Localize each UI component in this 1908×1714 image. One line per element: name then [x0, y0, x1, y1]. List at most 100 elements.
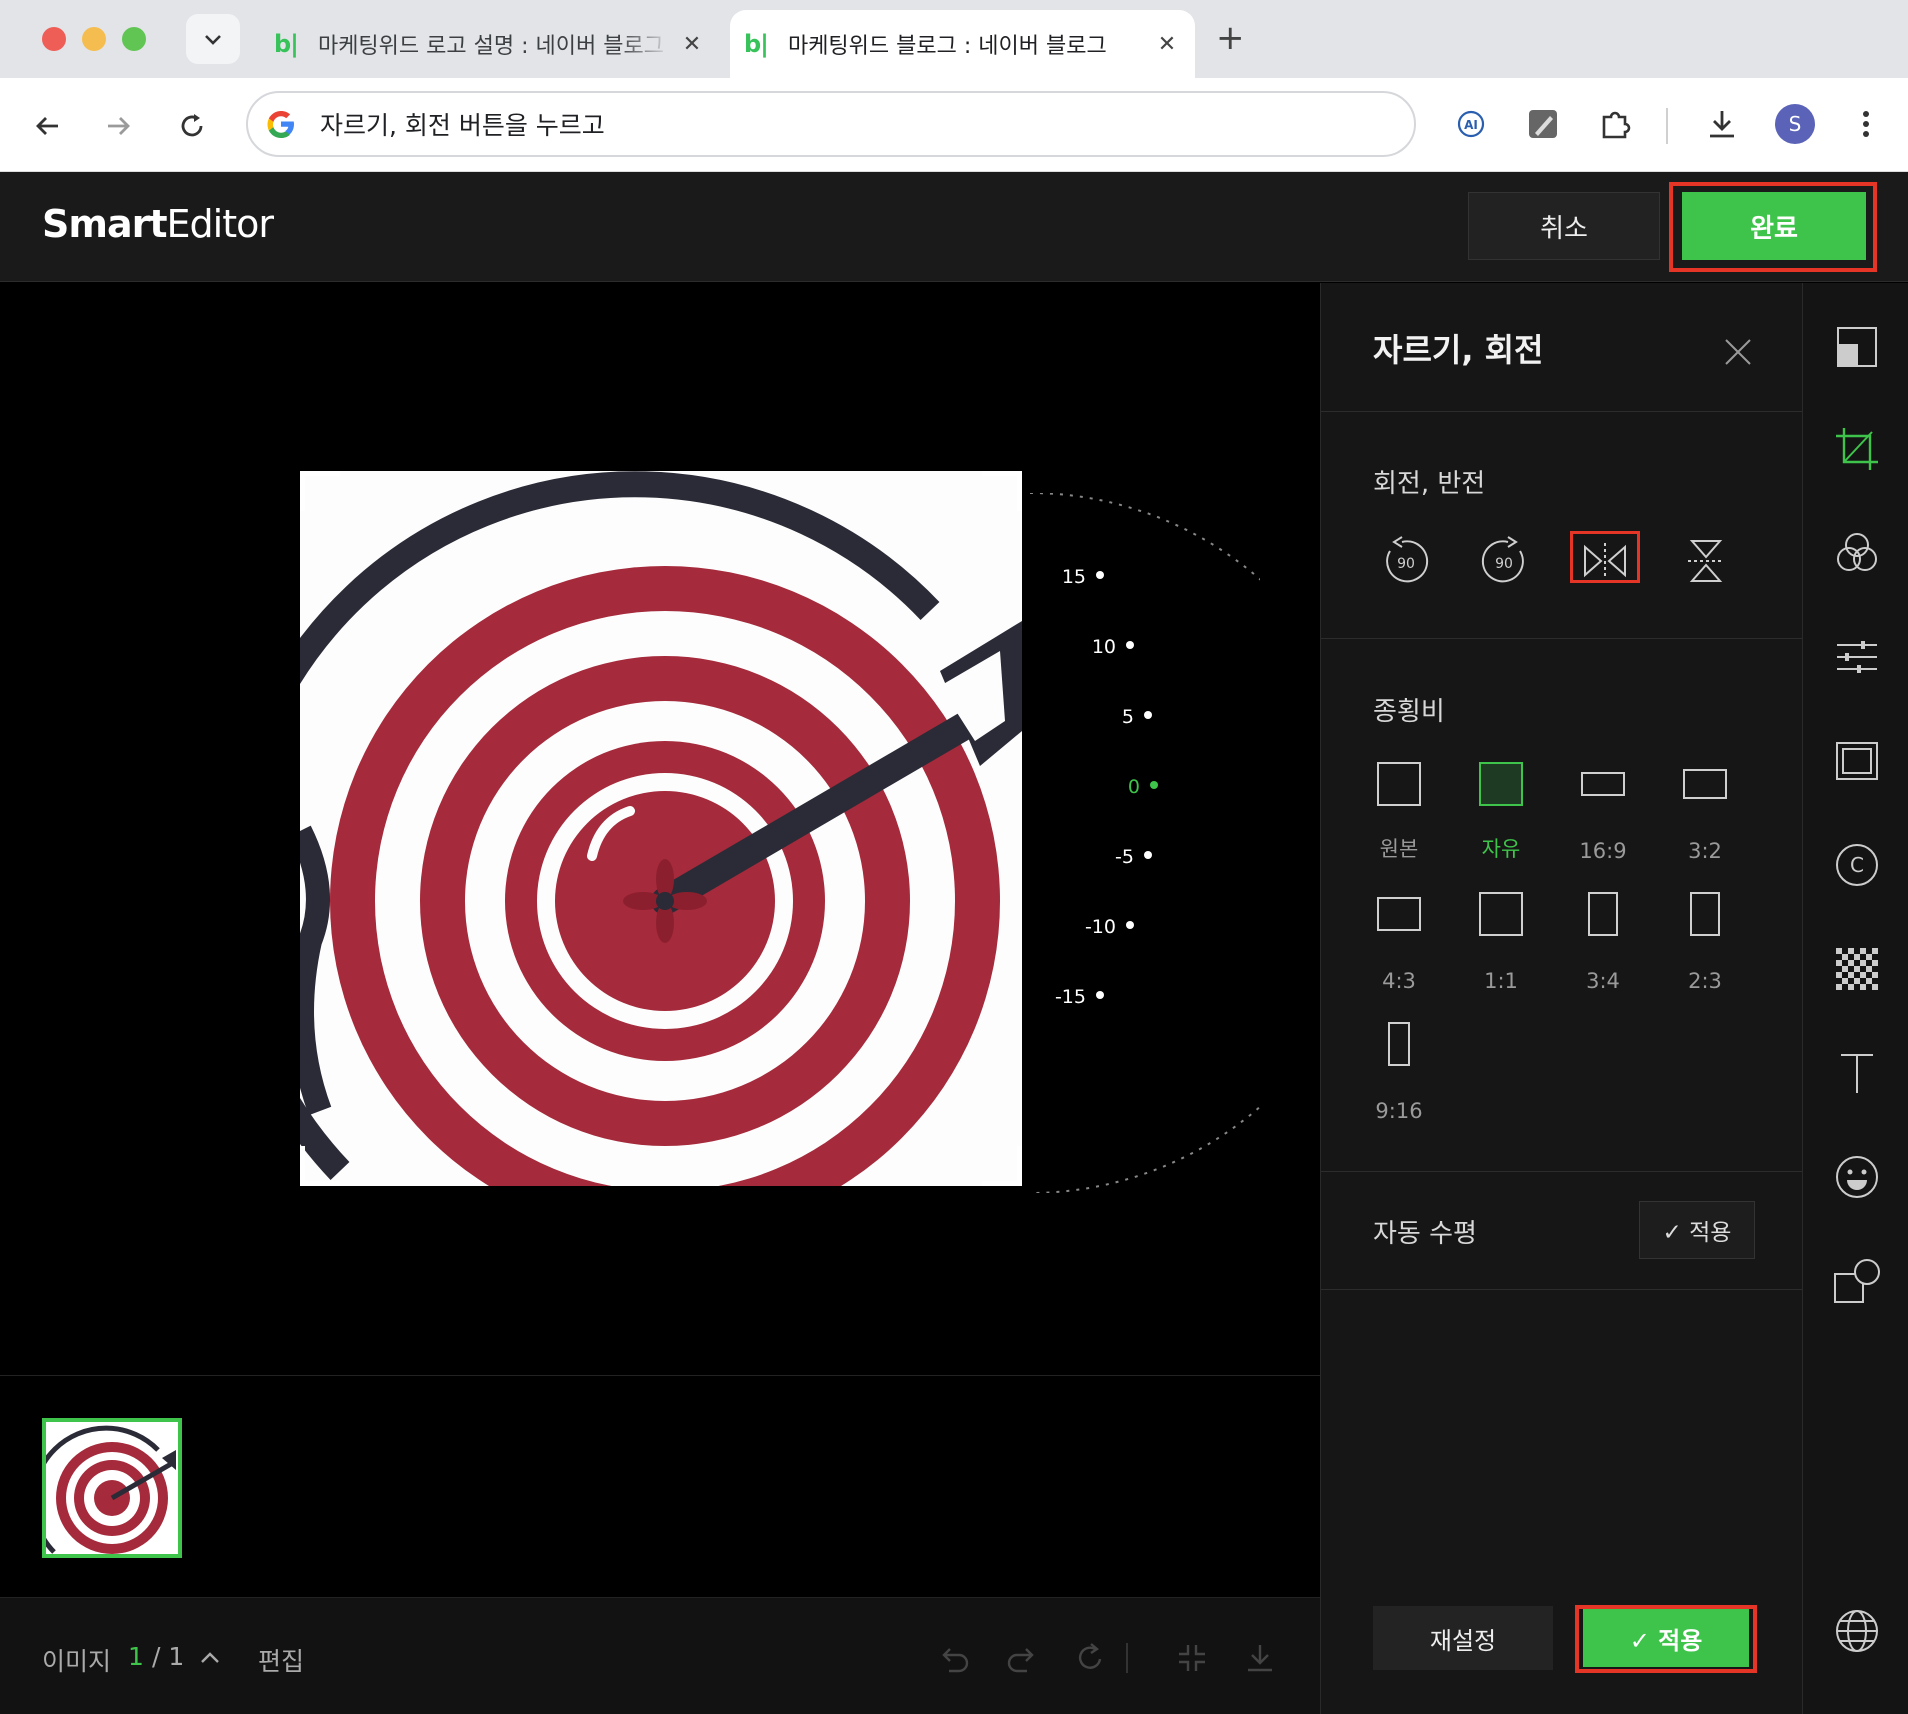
panel-divider — [1321, 1171, 1803, 1172]
ratio-label: 3:4 — [1586, 969, 1620, 993]
ratio-option[interactable]: 3:4 — [1553, 883, 1653, 993]
tool-text-button[interactable] — [1833, 1049, 1881, 1097]
thumbnail-strip — [0, 1375, 1320, 1597]
crop-handle-top-left[interactable] — [300, 471, 340, 511]
ratio-shape-icon — [1683, 769, 1727, 799]
window-close-button[interactable] — [42, 27, 66, 51]
tool-crop-button[interactable] — [1833, 425, 1881, 473]
rotate-left-90-icon: 90 — [1386, 536, 1429, 583]
tool-signature-button[interactable]: C — [1833, 841, 1881, 889]
tool-filter-button[interactable] — [1833, 529, 1881, 577]
rotate-right-button[interactable]: 90 — [1471, 533, 1541, 589]
cancel-button[interactable]: 취소 — [1468, 192, 1660, 260]
ratio-label: 1:1 — [1484, 969, 1518, 993]
blog-favicon-icon: b| — [744, 30, 769, 58]
dial-tick-dot — [1126, 921, 1134, 929]
ratio-shape-icon — [1479, 892, 1523, 936]
expand-thumbs-button[interactable] — [190, 1638, 230, 1678]
redo-button[interactable] — [1002, 1638, 1042, 1678]
ratio-label: 자유 — [1481, 837, 1521, 861]
tab-logo-post[interactable]: b| 마케팅위드 로고 설명 : 네이버 블로그 ✕ — [260, 10, 720, 78]
address-bar[interactable]: 자르기, 회전 버튼을 누르고 — [246, 91, 1416, 157]
collapse-icon — [1179, 1645, 1205, 1671]
globe-icon — [1836, 1610, 1878, 1652]
avatar: S — [1775, 104, 1815, 144]
ratio-shape-icon — [1377, 762, 1421, 806]
crop-icon — [1836, 428, 1878, 470]
done-button[interactable]: 완료 — [1682, 192, 1866, 260]
reload-button[interactable] — [170, 104, 214, 148]
tool-frame-button[interactable] — [1833, 737, 1881, 785]
ratio-option[interactable]: 3:2 — [1655, 753, 1755, 863]
close-icon — [1725, 339, 1751, 365]
extensions-button[interactable] — [1593, 102, 1637, 146]
reset-button[interactable]: 재설정 — [1373, 1606, 1553, 1670]
flip-vertical-button[interactable] — [1671, 533, 1741, 589]
flip-horizontal-button[interactable] — [1570, 533, 1640, 589]
new-tab-button[interactable]: + — [1216, 18, 1245, 58]
auto-level-label: 자동 수평 — [1373, 1219, 1477, 1249]
tool-adjust-button[interactable] — [1833, 633, 1881, 681]
shapes-icon — [1834, 1259, 1880, 1303]
ratio-option[interactable]: 9:16 — [1349, 1013, 1449, 1123]
download-image-button[interactable] — [1240, 1638, 1280, 1678]
tool-sticker-button[interactable] — [1833, 1153, 1881, 1201]
tab-close-icon[interactable]: ✕ — [672, 32, 712, 57]
pen-extension-button[interactable] — [1521, 102, 1565, 146]
ratio-option[interactable]: 1:1 — [1451, 883, 1551, 993]
ai-icon: AI — [1457, 110, 1485, 138]
chevron-down-icon — [205, 35, 221, 45]
ai-extension-button[interactable]: AI — [1449, 102, 1493, 146]
crop-handle-bottom-left[interactable] — [300, 1146, 340, 1186]
rotate-left-button[interactable]: 90 — [1369, 533, 1439, 589]
editor-canvas[interactable]: 15 10 5 0 -5 -10 -15 — [0, 283, 1320, 1375]
dial-tick-label: -5 — [1115, 846, 1134, 868]
browser-toolbar: 자르기, 회전 버튼을 누르고 AI S — [0, 78, 1908, 172]
svg-text:90: 90 — [1397, 556, 1415, 572]
rotate-section-title: 회전, 반전 — [1373, 469, 1486, 499]
auto-level-apply-button[interactable]: ✓ 적용 — [1639, 1201, 1755, 1259]
ratio-option[interactable]: 4:3 — [1349, 883, 1449, 993]
ratio-option[interactable]: 2:3 — [1655, 883, 1755, 993]
tab-search-button[interactable] — [186, 14, 240, 64]
profile-button[interactable]: S — [1773, 102, 1817, 146]
ratio-shape-icon — [1388, 1022, 1410, 1066]
ratio-option[interactable]: 원본 — [1349, 753, 1449, 863]
tool-mosaic-button[interactable] — [1833, 945, 1881, 993]
redo-icon — [1007, 1648, 1034, 1673]
window-minimize-button[interactable] — [82, 27, 106, 51]
copyright-icon: C — [1836, 844, 1878, 886]
browser-menu-button[interactable] — [1844, 102, 1888, 146]
editor-header: SmartEditor 취소 완료 — [0, 172, 1908, 282]
tool-shape-button[interactable] — [1833, 1257, 1881, 1305]
ratio-option[interactable]: 자유 — [1451, 753, 1551, 863]
mosaic-icon — [1836, 948, 1878, 990]
apply-button[interactable]: ✓ 적용 — [1583, 1609, 1749, 1667]
image-thumbnail[interactable] — [42, 1418, 182, 1558]
back-button[interactable] — [26, 104, 70, 148]
dial-tick-dot — [1144, 711, 1152, 719]
ratio-option[interactable]: 16:9 — [1553, 753, 1653, 863]
panel-title: 자르기, 회전 — [1373, 331, 1544, 369]
window-zoom-button[interactable] — [122, 27, 146, 51]
footer-divider — [1122, 1638, 1132, 1678]
rotation-dial[interactable]: 15 10 5 0 -5 -10 -15 — [1010, 493, 1260, 1193]
tool-sidebar: C — [1802, 283, 1908, 1714]
fit-screen-button[interactable] — [1172, 1638, 1212, 1678]
ratio-label: 2:3 — [1688, 969, 1722, 993]
smiley-icon — [1836, 1156, 1878, 1198]
reset-rotation-button[interactable] — [1070, 1638, 1110, 1678]
crop-rotate-panel: 자르기, 회전 회전, 반전 90 90 종횡비 원본 자유 16:9 3:2 4:3 1… — [1320, 283, 1803, 1714]
undo-button[interactable] — [934, 1638, 974, 1678]
dial-tick-label: -15 — [1055, 986, 1086, 1008]
tool-resize-button[interactable] — [1833, 323, 1881, 371]
panel-close-button[interactable] — [1723, 337, 1753, 367]
language-button[interactable] — [1833, 1607, 1881, 1655]
ratio-label: 3:2 — [1688, 839, 1722, 863]
smarteditor-logo: SmartEditor — [42, 202, 274, 246]
forward-button[interactable] — [96, 104, 140, 148]
dial-tick-label: 15 — [1062, 566, 1086, 588]
tab-close-icon[interactable]: ✕ — [1147, 32, 1187, 57]
tab-blog-active[interactable]: b| 마케팅위드 블로그 : 네이버 블로그 ✕ — [730, 10, 1195, 78]
downloads-button[interactable] — [1700, 102, 1744, 146]
